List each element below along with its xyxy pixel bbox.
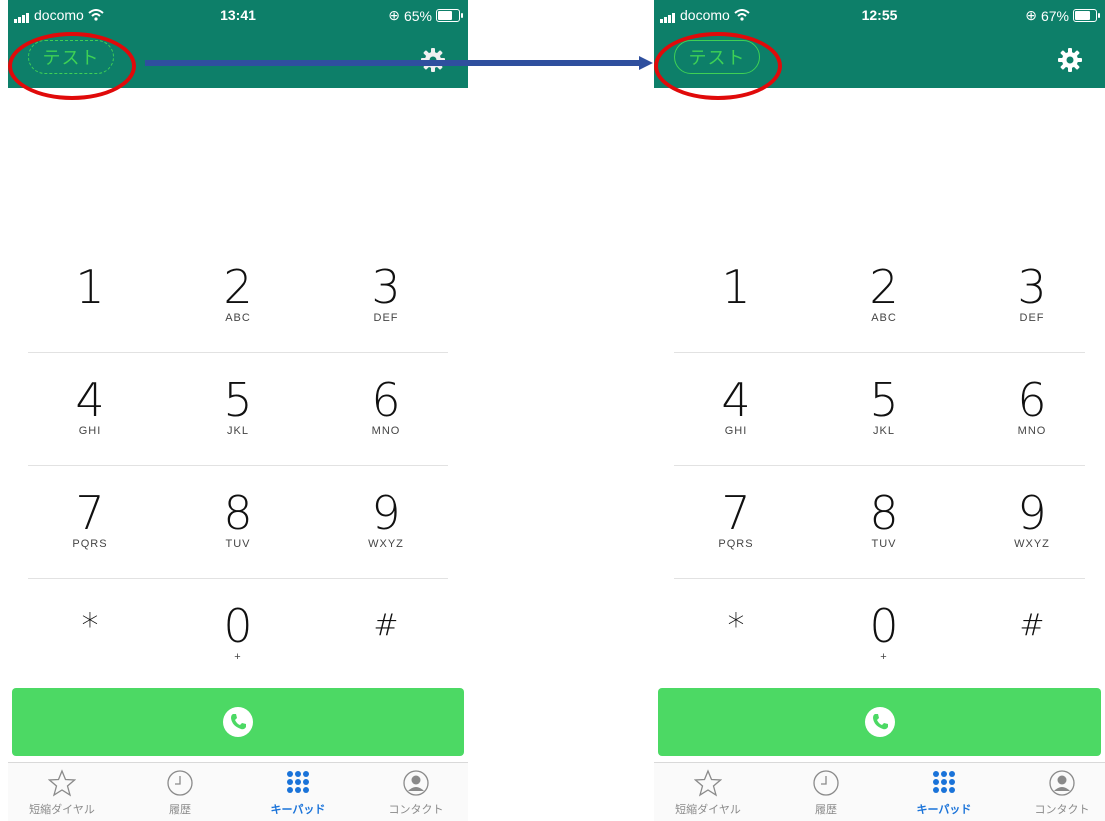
key-4[interactable]: 4 GHI: [686, 377, 786, 437]
keypad-row: 7 PQRS 8 TUV 9 WXYZ: [28, 466, 448, 579]
rotation-lock-icon: ⊕: [388, 7, 400, 23]
key-3[interactable]: 3 DEF: [982, 264, 1082, 324]
keypad-row: 4 GHI 5 JKL 6 MNO: [674, 353, 1085, 466]
keypad-row: * 0 + #: [674, 579, 1085, 691]
call-button[interactable]: [658, 688, 1101, 756]
key-5[interactable]: 5 JKL: [188, 377, 288, 437]
tab-keypad[interactable]: キーパッド: [248, 769, 348, 817]
key-star[interactable]: *: [686, 603, 786, 651]
tab-contacts[interactable]: コンタクト: [366, 769, 466, 817]
clock-icon: [167, 770, 193, 796]
clock-icon: [813, 770, 839, 796]
key-6[interactable]: 6 MNO: [336, 377, 436, 437]
keypad: 1 2 ABC 3 DEF 4 GHI 5 JKL 6 MNO 7 PQRS 8 TUV 9W…: [674, 240, 1085, 691]
phone-screen-after: docomo 12:55 ⊕ 67% テスト 1 2 ABC 3 DEF 4 GHI …: [654, 0, 1105, 821]
contact-icon: [1049, 770, 1075, 796]
key-7[interactable]: 7 PQRS: [40, 490, 140, 550]
phone-icon: [223, 707, 253, 737]
key-star[interactable]: *: [40, 603, 140, 651]
keypad-icon: [933, 771, 955, 793]
tab-bar: 短縮ダイヤル 履歴 キーパッド コンタクト: [8, 762, 468, 821]
highlight-ellipse-right: [654, 32, 782, 100]
gear-icon[interactable]: [1057, 47, 1083, 73]
tab-speed-dial[interactable]: 短縮ダイヤル: [12, 769, 112, 817]
keypad-row: 1 2 ABC 3 DEF: [28, 240, 448, 353]
phone-screen-before: docomo 13:41 ⊕ 65% テスト 1 2 ABC 3 DEF 4 GHI …: [8, 0, 468, 821]
battery-icon: [1073, 9, 1100, 22]
tab-keypad[interactable]: キーパッド: [894, 769, 994, 817]
keypad-row: 7 PQRS 8 TUV 9 WXYZ: [674, 466, 1085, 579]
battery-icon: [436, 9, 463, 22]
contact-icon: [403, 770, 429, 796]
battery-percent: 67%: [1040, 7, 1069, 24]
key-3[interactable]: 3 DEF: [336, 264, 436, 324]
key-2[interactable]: 2 ABC: [188, 264, 288, 324]
keypad-row: 4 GHI 5 JKL 6 MNO: [28, 353, 448, 466]
star-icon: [48, 769, 76, 797]
tab-bar: 短縮ダイヤル 履歴 キーパッド コンタクト: [654, 762, 1105, 821]
key-0[interactable]: 0 +: [834, 603, 934, 663]
keypad: 1 2 ABC 3 DEF 4 GHI 5 JKL 6 MNO 7 PQRS 8 TUV 9W…: [28, 240, 448, 691]
key-7[interactable]: 7 PQRS: [686, 490, 786, 550]
key-1[interactable]: 1: [40, 264, 140, 312]
key-hash[interactable]: #: [336, 603, 436, 651]
keypad-row: * 0 + #: [28, 579, 448, 691]
key-8[interactable]: 8 TUV: [188, 490, 288, 550]
status-bar: docomo 12:55 ⊕ 67%: [654, 2, 1105, 30]
key-9[interactable]: 9 WXYZ: [982, 490, 1082, 550]
rotation-lock-icon: ⊕: [1025, 7, 1037, 23]
keypad-icon: [287, 771, 309, 793]
tab-speed-dial[interactable]: 短縮ダイヤル: [658, 769, 758, 817]
key-4[interactable]: 4 GHI: [40, 377, 140, 437]
phone-icon: [864, 707, 895, 737]
key-6[interactable]: 6 MNO: [982, 377, 1082, 437]
tab-contacts[interactable]: コンタクト: [1012, 769, 1105, 817]
key-2[interactable]: 2 ABC: [834, 264, 934, 324]
highlight-ellipse-left: [8, 32, 136, 100]
tab-history[interactable]: 履歴: [776, 769, 876, 817]
battery-percent: 65%: [403, 7, 432, 24]
keypad-row: 1 2 ABC 3 DEF: [674, 240, 1085, 353]
key-hash[interactable]: #: [982, 603, 1082, 651]
transition-arrow: [145, 56, 653, 70]
call-button[interactable]: [12, 688, 464, 756]
key-0[interactable]: 0 +: [188, 603, 288, 663]
tab-history[interactable]: 履歴: [130, 769, 230, 817]
status-bar: docomo 13:41 ⊕ 65%: [8, 2, 468, 30]
key-8[interactable]: 8 TUV: [834, 490, 934, 550]
key-9[interactable]: 9 WXYZ: [336, 490, 436, 550]
key-5[interactable]: 5 JKL: [834, 377, 934, 437]
star-icon: [694, 769, 722, 797]
key-1[interactable]: 1: [686, 264, 786, 312]
